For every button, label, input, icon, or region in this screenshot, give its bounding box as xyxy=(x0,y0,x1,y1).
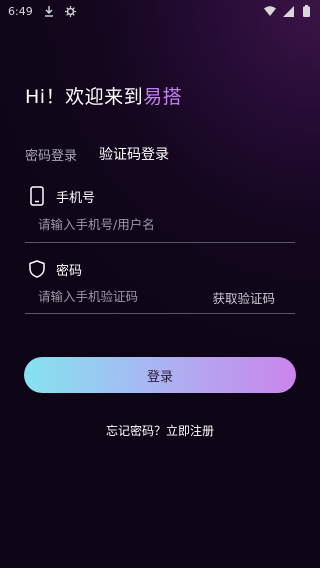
tab-password-login[interactable]: 密码登录 xyxy=(25,145,77,164)
phone-field-label: 手机号 xyxy=(28,186,95,206)
page-title: Hi！欢迎来到易搭 xyxy=(25,82,182,109)
status-left: 6:49 xyxy=(8,5,77,18)
code-divider xyxy=(25,313,295,314)
status-right xyxy=(264,5,312,17)
phone-divider xyxy=(25,242,295,243)
footer-links: 忘记密码？立即注册 xyxy=(0,422,320,439)
status-bar: 6:49 xyxy=(0,0,320,22)
verification-code-input[interactable] xyxy=(38,286,203,306)
tab-code-login[interactable]: 验证码登录 xyxy=(99,144,169,164)
download-icon xyxy=(43,5,55,17)
code-field-label: 密码 xyxy=(28,259,82,279)
battery-icon xyxy=(300,5,312,17)
register-link[interactable]: 立即注册 xyxy=(166,424,214,438)
brand-name: 易搭 xyxy=(143,86,183,108)
settings-icon xyxy=(65,5,77,17)
signal-icon xyxy=(282,5,294,17)
login-tabs: 密码登录 验证码登录 xyxy=(25,144,169,164)
phone-input[interactable] xyxy=(38,214,294,234)
forgot-password-link[interactable]: 忘记密码？ xyxy=(106,424,166,438)
get-code-button[interactable]: 获取验证码 xyxy=(212,288,275,307)
code-label-text: 密码 xyxy=(56,263,83,279)
login-button[interactable]: 登录 xyxy=(24,357,296,393)
wifi-icon xyxy=(264,5,276,17)
status-time: 6:49 xyxy=(8,4,33,18)
greeting-text: Hi！欢迎来到 xyxy=(25,86,144,108)
shield-icon xyxy=(28,259,46,279)
phone-icon xyxy=(28,186,46,206)
phone-label-text: 手机号 xyxy=(56,190,96,206)
